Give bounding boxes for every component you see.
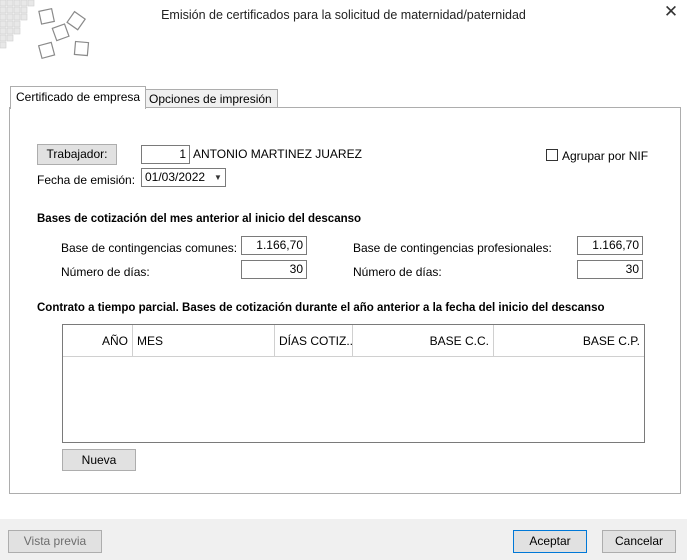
tiempo-parcial-heading: Contrato a tiempo parcial. Bases de coti… — [37, 302, 605, 314]
dias-profesionales-label: Número de días: — [353, 265, 442, 279]
column-header-base-cc[interactable]: BASE C.C. — [353, 325, 494, 357]
worker-code-input[interactable]: 1 — [141, 145, 190, 164]
column-header-dias-cotiz[interactable]: DÍAS COTIZ... — [275, 325, 353, 357]
vista-previa-button[interactable]: Vista previa — [8, 530, 102, 553]
column-header-base-cp[interactable]: BASE C.P. — [494, 325, 644, 357]
dias-profesionales-input[interactable]: 30 — [577, 260, 643, 279]
nueva-button[interactable]: Nueva — [62, 449, 136, 471]
fecha-emision-combo[interactable]: 01/03/2022 ▼ — [141, 168, 226, 187]
contingencias-comunes-label: Base de contingencias comunes: — [61, 241, 238, 255]
close-icon[interactable]: ✕ — [662, 3, 680, 21]
dialog-footer: Vista previa Aceptar Cancelar — [0, 519, 687, 560]
bases-heading: Bases de cotización del mes anterior al … — [37, 213, 362, 225]
agrupar-nif-checkbox[interactable] — [546, 149, 558, 161]
window-title: Emisión de certificados para la solicitu… — [161, 8, 526, 22]
contingencias-profesionales-label: Base de contingencias profesionales: — [353, 241, 552, 255]
column-header-ano[interactable]: AÑO — [63, 325, 133, 357]
column-header-mes[interactable]: MES — [133, 325, 275, 357]
contingencias-comunes-input[interactable]: 1.166,70 — [241, 236, 307, 255]
contingencias-profesionales-input[interactable]: 1.166,70 — [577, 236, 643, 255]
fecha-emision-value: 01/03/2022 — [145, 170, 206, 184]
dias-comunes-input[interactable]: 30 — [241, 260, 307, 279]
bases-table[interactable]: AÑO MES DÍAS COTIZ... BASE C.C. BASE C.P… — [62, 324, 645, 443]
agrupar-nif-label: Agrupar por NIF — [562, 149, 649, 163]
aceptar-button[interactable]: Aceptar — [513, 530, 587, 553]
chevron-down-icon[interactable]: ▼ — [211, 169, 225, 186]
tab-certificado-empresa[interactable]: Certificado de empresa — [10, 86, 147, 109]
cancelar-button[interactable]: Cancelar — [602, 530, 676, 553]
tab-panel: Trabajador: 1 ANTONIO MARTINEZ JUAREZ Ag… — [9, 107, 681, 494]
dias-comunes-label: Número de días: — [61, 265, 150, 279]
fecha-emision-label: Fecha de emisión: — [37, 173, 136, 187]
tab-opciones-impresion[interactable]: Opciones de impresión — [143, 89, 278, 109]
worker-name: ANTONIO MARTINEZ JUAREZ — [193, 147, 362, 161]
trabajador-button[interactable]: Trabajador: — [37, 144, 117, 165]
